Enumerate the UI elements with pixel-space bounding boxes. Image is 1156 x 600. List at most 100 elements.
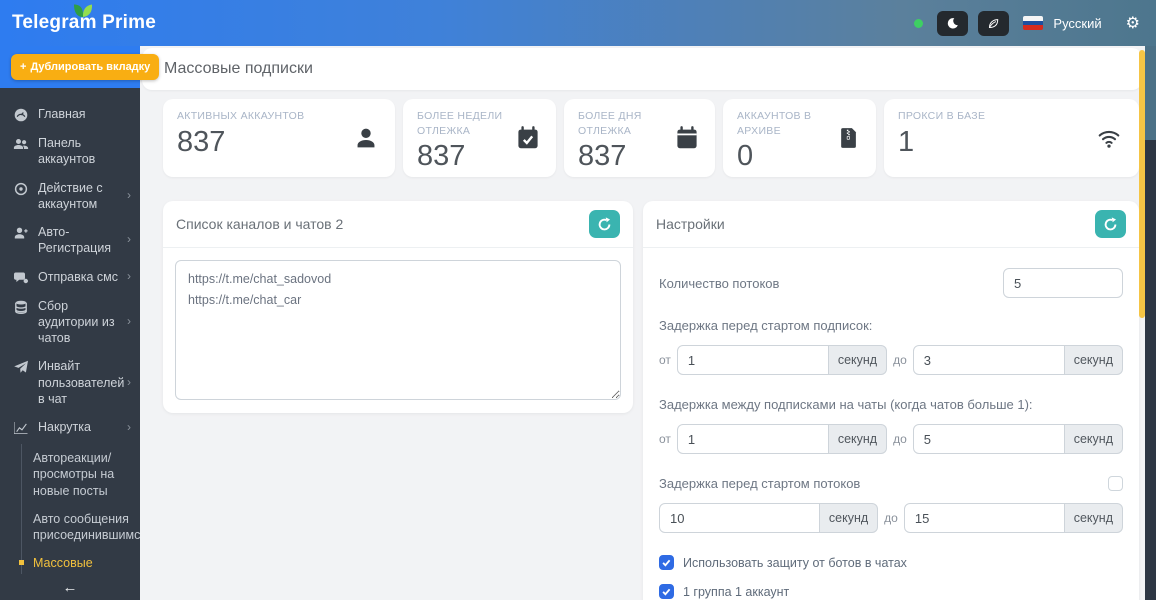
bot-protection-checkbox[interactable]: [659, 555, 674, 570]
top-header: Telegram Prime Русский ⚙: [0, 0, 1156, 46]
sidebar-item-label: Действие с аккаунтом: [38, 180, 103, 211]
stats-row: АКТИВНЫХ АККАУНТОВ 837 БОЛЕЕ НЕДЕЛИ ОТЛЕ…: [163, 99, 1139, 177]
delay-between-from-input[interactable]: [676, 424, 829, 454]
sidebar-item-auto-registration[interactable]: Авто-Регистрация ›: [0, 218, 140, 263]
channels-panel-title: Список каналов и чатов 2: [176, 216, 344, 232]
delay-threads-checkbox[interactable]: [1108, 476, 1123, 491]
duplicate-tab-button[interactable]: + Дублировать вкладку: [11, 54, 160, 80]
delay-subscribe-label: Задержка перед стартом подписок:: [659, 318, 873, 333]
delay-threads-range: секунд до секунд: [659, 503, 1123, 533]
delay-subscribe-from-input[interactable]: [676, 345, 829, 375]
checkbox-label: Использовать защиту от ботов в чатах: [683, 555, 907, 570]
stat-card-proxies: ПРОКСИ В БАЗЕ 1: [884, 99, 1139, 177]
stat-value: 1: [898, 125, 915, 158]
account-action-icon: [13, 181, 29, 197]
plus-icon: +: [20, 61, 27, 73]
chevron-right-icon: ›: [127, 419, 131, 434]
invite-send-icon: [13, 359, 29, 375]
seconds-unit: секунд: [1064, 424, 1123, 454]
sidebar-item-accounts-panel[interactable]: Панель аккаунтов: [0, 129, 140, 174]
delay-threads-to-input[interactable]: [903, 503, 1065, 533]
one-group-one-account-row: 1 группа 1 аккаунт: [659, 584, 1123, 599]
russian-flag-icon[interactable]: [1023, 16, 1044, 30]
online-status-dot: [914, 18, 924, 28]
stat-card-day-rest: БОЛЕЕ ДНЯ ОТЛЕЖКА 837: [564, 99, 715, 177]
delay-threads-from-input[interactable]: [659, 503, 820, 533]
sidebar-item-label: Главная: [38, 107, 86, 121]
eco-theme-button[interactable]: [978, 10, 1010, 36]
main-content: Массовые подписки АКТИВНЫХ АККАУНТОВ 837…: [140, 46, 1145, 600]
accounts-panel-icon: [13, 136, 29, 152]
stat-label: АККАУНТОВ В АРХИВЕ: [737, 110, 812, 137]
stat-label: БОЛЕЕ ДНЯ ОТЛЕЖКА: [578, 110, 642, 137]
scrollbar-thumb[interactable]: [1139, 50, 1145, 318]
submenu-item-mass-subscriptions[interactable]: Массовые подписки: [19, 549, 134, 574]
sidebar-item-boost[interactable]: Накрутка ›: [0, 413, 140, 442]
threads-count-label: Количество потоков: [659, 275, 780, 291]
sidebar-item-invite-users[interactable]: Инвайт пользователей в чат ›: [0, 352, 140, 413]
seconds-unit: секунд: [828, 345, 888, 375]
sidebar-top: + Дублировать вкладку: [0, 46, 160, 88]
stat-label: ПРОКСИ В БАЗЕ: [898, 110, 986, 122]
moon-icon: [946, 17, 959, 30]
one-group-one-account-checkbox[interactable]: [659, 584, 674, 599]
from-label: от: [659, 353, 671, 367]
sms-icon: [13, 270, 29, 286]
chat-links-textarea[interactable]: https://t.me/chat_sadovod https://t.me/c…: [175, 260, 621, 400]
chevron-right-icon: ›: [127, 269, 131, 284]
wifi-icon: [1095, 126, 1123, 150]
sidebar-item-label: Сбор аудитории из чатов: [38, 298, 115, 346]
sidebar-item-label: Авто-Регистрация: [38, 225, 112, 256]
scrollbar-track-top: [1145, 46, 1156, 140]
boost-chart-icon: [13, 420, 29, 436]
stat-card-active-accounts: АКТИВНЫХ АККАУНТОВ 837: [163, 99, 395, 177]
to-label: до: [893, 432, 907, 446]
language-selector[interactable]: Русский: [1053, 16, 1101, 31]
settings-panel-title: Настройки: [656, 216, 725, 232]
refresh-settings-button[interactable]: [1095, 210, 1126, 238]
sidebar-item-label: Отправка смс: [38, 269, 119, 284]
sidebar-item-home[interactable]: Главная: [0, 100, 140, 129]
refresh-icon: [1103, 216, 1118, 232]
bot-protection-row: Использовать защиту от ботов в чатах: [659, 555, 1123, 570]
stat-label: БОЛЕЕ НЕДЕЛИ ОТЛЕЖКА: [417, 110, 503, 137]
delay-between-to-input[interactable]: [912, 424, 1065, 454]
seconds-unit: секунд: [828, 424, 888, 454]
stat-label: АКТИВНЫХ АККАУНТОВ: [177, 110, 305, 122]
chevron-right-icon: ›: [127, 232, 131, 247]
refresh-channels-button[interactable]: [589, 210, 620, 238]
sidebar-item-label: Панель аккаунтов: [38, 136, 96, 167]
settings-gear-icon[interactable]: ⚙: [1126, 15, 1140, 31]
checkbox-label: 1 группа 1 аккаунт: [683, 584, 790, 599]
seconds-unit: секунд: [819, 503, 879, 533]
page-title: Массовые подписки: [142, 48, 1142, 90]
to-label: до: [884, 511, 898, 525]
collapse-sidebar-arrow[interactable]: ←: [0, 574, 140, 600]
delay-subscribe-to-input[interactable]: [912, 345, 1065, 375]
seconds-unit: секунд: [1064, 503, 1123, 533]
delay-between-label: Задержка между подписками на чаты (когда…: [659, 397, 1033, 412]
sidebar-item-sms[interactable]: Отправка смс ›: [0, 263, 140, 292]
chevron-right-icon: ›: [127, 187, 131, 202]
sidebar-item-audience-collect[interactable]: Сбор аудитории из чатов ›: [0, 292, 140, 353]
archive-file-icon: [838, 126, 860, 150]
calendar-check-icon: [516, 126, 540, 150]
settings-panel: Настройки Количество потоков Задержка пе…: [643, 201, 1139, 600]
sidebar: + Дублировать вкладку Главная Панель акка…: [0, 46, 160, 600]
duplicate-tab-label: Дублировать вкладку: [30, 61, 151, 73]
chevron-right-icon: ›: [127, 374, 131, 389]
stat-card-week-rest: БОЛЕЕ НЕДЕЛИ ОТЛЕЖКА 837: [403, 99, 556, 177]
to-label: до: [893, 353, 907, 367]
sidebar-item-account-action[interactable]: Действие с аккаунтом ›: [0, 174, 140, 219]
submenu-item-auto-messages[interactable]: Авто сообщения присоединившимся: [33, 505, 140, 550]
dark-mode-button[interactable]: [937, 10, 969, 36]
sidebar-menu: Главная Панель аккаунтов Действие с акка…: [0, 88, 140, 574]
seconds-unit: секунд: [1064, 345, 1123, 375]
delay-threads-label: Задержка перед стартом потоков: [659, 476, 861, 491]
app-logo[interactable]: Telegram Prime: [12, 4, 156, 34]
threads-count-input[interactable]: [1003, 268, 1123, 298]
person-icon: [353, 125, 379, 151]
submenu-item-autoreactions[interactable]: Автореакции/ просмотры на новые посты: [33, 444, 134, 505]
sidebar-item-label: Накрутка: [38, 420, 91, 434]
refresh-icon: [597, 216, 612, 232]
